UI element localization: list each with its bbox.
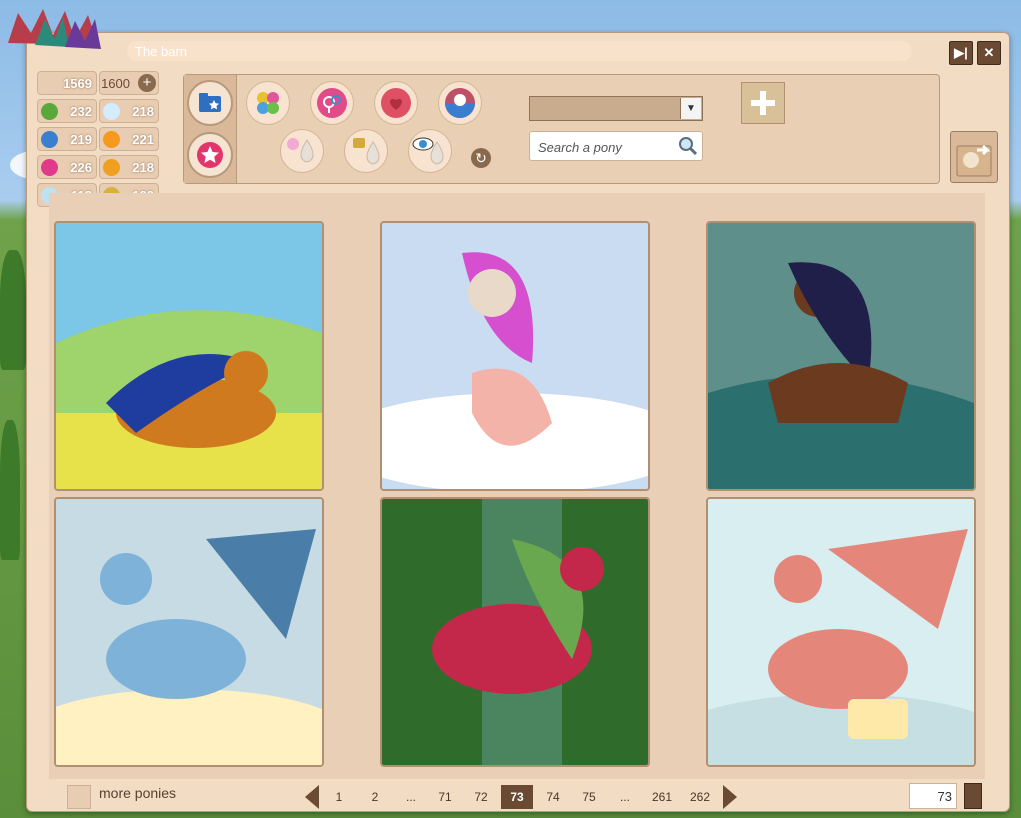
pony-portrait (708, 499, 974, 765)
color-flower-icon (257, 92, 279, 114)
paw-icon (103, 159, 120, 176)
filter-gender-button[interactable] (310, 81, 354, 125)
page-link[interactable]: 1 (327, 785, 351, 809)
page-number-input[interactable] (910, 784, 956, 808)
title-bar: The barn (127, 41, 912, 61)
page-ellipsis: ... (619, 790, 630, 804)
pony-portrait (56, 223, 322, 489)
pony-heads-logo (8, 9, 101, 49)
resource-value: 221 (132, 132, 154, 147)
pony-card[interactable] (380, 497, 650, 767)
pony-transfer-icon (956, 144, 992, 177)
filter-love-button[interactable] (374, 81, 418, 125)
pony-card[interactable] (380, 221, 650, 491)
filter-eye-button[interactable] (408, 129, 452, 173)
magnifier-icon[interactable] (678, 136, 698, 156)
money-stat: 1569 (37, 71, 97, 95)
blue-folder-icon (199, 93, 221, 112)
eye-drop-icon (412, 137, 444, 165)
page-link[interactable]: 75 (575, 785, 603, 809)
close-button[interactable]: ✕ (977, 41, 1001, 65)
resource-value: 218 (132, 160, 154, 175)
resource-stat: 218 (99, 99, 159, 123)
view-switcher (184, 75, 237, 183)
pony-portrait (56, 499, 322, 765)
pony-portrait (708, 223, 974, 489)
resource-value: 232 (70, 104, 92, 119)
barn-window: The barn ▶| ✕ 1569 1600 + 232 218 219 22… (8, 9, 1010, 812)
pony-portrait (382, 223, 648, 489)
search-input[interactable] (536, 137, 675, 157)
cloud-icon (103, 103, 120, 120)
page-link[interactable]: 74 (539, 785, 567, 809)
resource-value: 226 (70, 160, 92, 175)
page-link[interactable]: 261 (645, 785, 679, 809)
page-ellipsis: ... (405, 790, 416, 804)
page-link[interactable]: 71 (431, 785, 459, 809)
go-page-button[interactable] (964, 783, 982, 809)
green-apple-icon (41, 103, 58, 120)
pony-card[interactable] (54, 497, 324, 767)
page-link[interactable]: 72 (467, 785, 495, 809)
resource-stat: 221 (99, 127, 159, 151)
resource-stat: 232 (37, 99, 97, 123)
pony-card[interactable] (706, 221, 976, 491)
page-link[interactable]: 262 (683, 785, 717, 809)
pony-pair-icon (445, 88, 475, 118)
prev-page-arrow-icon[interactable] (305, 785, 319, 809)
folder-view-button[interactable] (187, 80, 233, 126)
next-page-arrow-icon[interactable] (723, 785, 737, 809)
heart-icon (41, 159, 58, 176)
current-page[interactable]: 73 (501, 785, 533, 809)
window-title: The barn (135, 44, 188, 59)
unicorn-drop-icon (287, 138, 314, 163)
refresh-icon[interactable]: ↻ (471, 148, 491, 168)
filter-unicorn-button[interactable] (280, 129, 324, 173)
money-value: 1569 (63, 76, 92, 91)
add-money-icon[interactable]: + (138, 74, 156, 92)
pony-card[interactable] (706, 497, 976, 767)
water-drops-icon (41, 131, 58, 148)
filter-trophy-button[interactable] (344, 129, 388, 173)
gender-icon (317, 88, 347, 118)
resource-stat: 226 (37, 155, 97, 179)
orange-fruit-icon (103, 131, 120, 148)
money-max-value: 1600 (101, 76, 130, 91)
resource-stat: 218 (99, 155, 159, 179)
sort-dropdown[interactable]: ▼ (529, 96, 703, 121)
pony-portrait (382, 499, 648, 765)
resource-value: 218 (132, 104, 154, 119)
filter-toolbar: ↻ ▼ (183, 74, 940, 184)
pony-card[interactable] (54, 221, 324, 491)
page-number-box (909, 783, 957, 809)
pink-star-icon (197, 142, 223, 168)
resource-stat: 219 (37, 127, 97, 151)
resource-value: 219 (70, 132, 92, 147)
skip-button[interactable]: ▶| (949, 41, 973, 65)
page-link[interactable]: 2 (363, 785, 387, 809)
plus-icon (751, 91, 775, 115)
money-max-stat: 1600 + (99, 71, 159, 95)
filter-breed-button[interactable] (438, 81, 482, 125)
chevron-down-icon[interactable]: ▼ (680, 98, 701, 119)
filter-color-button[interactable] (246, 81, 290, 125)
more-ponies-checkbox[interactable] (67, 785, 91, 809)
favorites-button[interactable] (187, 132, 233, 178)
add-pony-button[interactable] (741, 82, 785, 124)
transfer-ponies-button[interactable] (950, 131, 998, 183)
more-ponies-label: more ponies (99, 785, 177, 801)
heart-ring-icon (381, 88, 411, 118)
trophy-drop-icon (353, 138, 380, 165)
pony-search (529, 131, 703, 161)
pony-grid (49, 193, 985, 779)
